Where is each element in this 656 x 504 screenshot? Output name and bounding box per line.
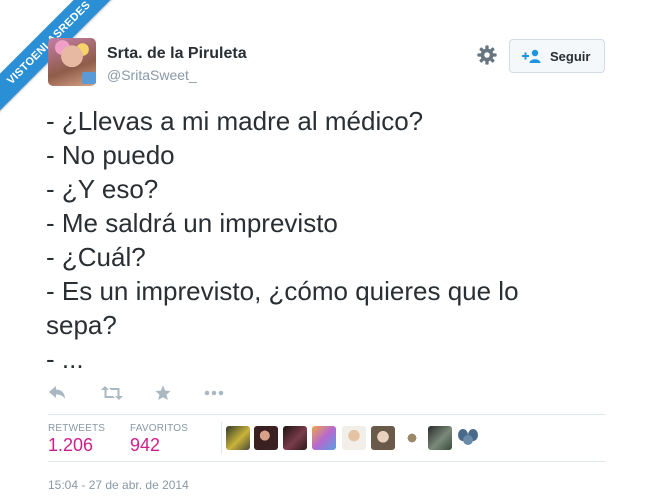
favoriter-avatar[interactable] <box>342 426 366 450</box>
reply-icon[interactable] <box>48 385 66 401</box>
favorite-icon[interactable] <box>155 385 171 401</box>
follow-button[interactable]: Seguir <box>509 39 605 73</box>
favorites-label: FAVORITOS <box>130 423 189 434</box>
retweets-label: RETWEETS <box>48 423 106 434</box>
stats-bottom-divider <box>48 461 606 462</box>
more-icon[interactable] <box>204 385 224 401</box>
favorites-count[interactable]: 942 <box>130 435 160 456</box>
tweet-line: - ... <box>46 344 84 374</box>
tweet-timestamp[interactable]: 15:04 - 27 de abr. de 2014 <box>48 478 189 492</box>
author-name[interactable]: Srta. de la Piruleta <box>107 45 247 63</box>
gear-icon[interactable] <box>476 44 498 66</box>
retweet-icon[interactable] <box>101 385 123 401</box>
favoriter-avatar[interactable] <box>283 426 307 450</box>
tweet-line: - ¿Y eso? <box>46 174 159 204</box>
avatar-badge-icon <box>82 72 96 84</box>
favoriter-avatar[interactable] <box>254 426 278 450</box>
favoriter-avatar[interactable] <box>371 426 395 450</box>
tweet-text: - ¿Llevas a mi madre al médico? - No pue… <box>46 104 606 376</box>
favoriter-avatar[interactable] <box>226 426 250 450</box>
tweet-line: - ¿Cuál? <box>46 242 146 272</box>
tweet-line: - No puedo <box>46 140 175 170</box>
author-handle[interactable]: @SritaSweet_ <box>107 67 197 83</box>
add-user-icon <box>522 49 541 63</box>
favoriter-avatar[interactable] <box>456 426 480 450</box>
tweet-line: - ¿Llevas a mi madre al médico? <box>46 106 424 136</box>
favoriter-avatar[interactable] <box>428 426 452 450</box>
tweet-line: sepa? <box>46 310 117 340</box>
favoriter-avatar[interactable] <box>400 426 424 450</box>
favoriter-avatar[interactable] <box>312 426 336 450</box>
tweet-line: - Me saldrá un imprevisto <box>46 208 338 238</box>
tweet-line: - Es un imprevisto, ¿cómo quieres que lo <box>46 276 519 306</box>
stats-separator <box>221 422 222 454</box>
retweets-count[interactable]: 1.206 <box>48 435 93 456</box>
stats-top-divider <box>48 414 606 415</box>
follow-label: Seguir <box>550 49 591 64</box>
